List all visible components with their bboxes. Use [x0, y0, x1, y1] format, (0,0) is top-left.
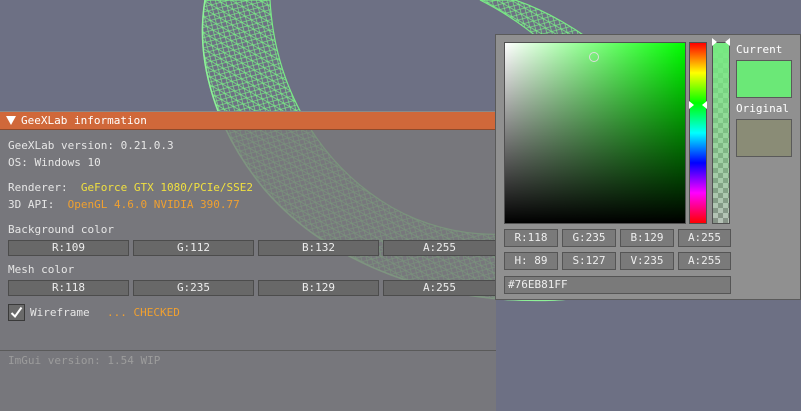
wireframe-label: Wireframe	[30, 306, 90, 319]
hue-slider[interactable]	[689, 42, 707, 224]
picker-a-field[interactable]: A:255	[678, 229, 731, 247]
alpha-slider[interactable]	[712, 42, 730, 224]
picker-s-field[interactable]: S:127	[562, 252, 616, 270]
original-color-swatch[interactable]	[736, 119, 792, 157]
picker-g-field[interactable]: G:235	[562, 229, 616, 247]
imgui-version: ImGui version: 1.54 WIP	[8, 354, 161, 367]
window-title: GeeXLab information	[21, 114, 147, 127]
collapse-arrow-icon[interactable]	[6, 116, 16, 125]
color-picker-popup: Current Original R:118 G:235 B:129 A:255…	[495, 34, 801, 300]
current-color-swatch	[736, 60, 792, 98]
api-label: 3D API:	[8, 198, 55, 211]
geexlab-version: GeeXLab version: 0.21.0.3	[8, 139, 174, 152]
separator	[0, 350, 496, 351]
os-info: OS: Windows 10	[8, 156, 101, 169]
picker-v-field[interactable]: V:235	[620, 252, 674, 270]
original-label: Original	[736, 102, 789, 115]
saturation-value-square[interactable]	[504, 42, 686, 224]
renderer-label: Renderer:	[8, 181, 68, 194]
api-value: OpenGL 4.6.0 NVIDIA 390.77	[67, 198, 240, 211]
mesh-color-r-field[interactable]: R:118	[8, 280, 129, 296]
info-window: GeeXLab information GeeXLab version: 0.2…	[0, 111, 496, 411]
alpha-marker-right-icon	[725, 38, 730, 46]
hue-marker-left-icon	[689, 101, 694, 109]
picker-h-field[interactable]: H: 89	[504, 252, 558, 270]
checkmark-icon	[10, 306, 23, 319]
renderer-value: GeForce GTX 1080/PCIe/SSE2	[80, 181, 254, 194]
picker-b-field[interactable]: B:129	[620, 229, 674, 247]
wireframe-status: ... CHECKED	[107, 306, 180, 319]
renderer-row: Renderer: GeForce GTX 1080/PCIe/SSE2	[8, 181, 253, 194]
info-window-titlebar[interactable]: GeeXLab information	[0, 112, 496, 130]
picker-a2-field[interactable]: A:255	[678, 252, 731, 270]
hue-marker-right-icon	[702, 101, 707, 109]
bg-color-a-field[interactable]: A:255	[383, 240, 496, 256]
hex-color-input[interactable]: #76EB81FF	[504, 276, 731, 294]
bg-color-g-field[interactable]: G:112	[133, 240, 254, 256]
mesh-color-a-field[interactable]: A:255	[383, 280, 496, 296]
mesh-color-g-field[interactable]: G:235	[133, 280, 254, 296]
alpha-marker-left-icon	[712, 38, 717, 46]
api-row: 3D API: OpenGL 4.6.0 NVIDIA 390.77	[8, 198, 240, 211]
bg-color-b-field[interactable]: B:132	[258, 240, 379, 256]
mesh-color-b-field[interactable]: B:129	[258, 280, 379, 296]
sv-picker-cursor[interactable]	[589, 52, 599, 62]
picker-r-field[interactable]: R:118	[504, 229, 558, 247]
bg-color-r-field[interactable]: R:109	[8, 240, 129, 256]
current-label: Current	[736, 43, 783, 56]
mesh-color-label: Mesh color	[8, 263, 75, 276]
wireframe-checkbox[interactable]	[8, 304, 25, 321]
background-color-label: Background color	[8, 223, 114, 236]
